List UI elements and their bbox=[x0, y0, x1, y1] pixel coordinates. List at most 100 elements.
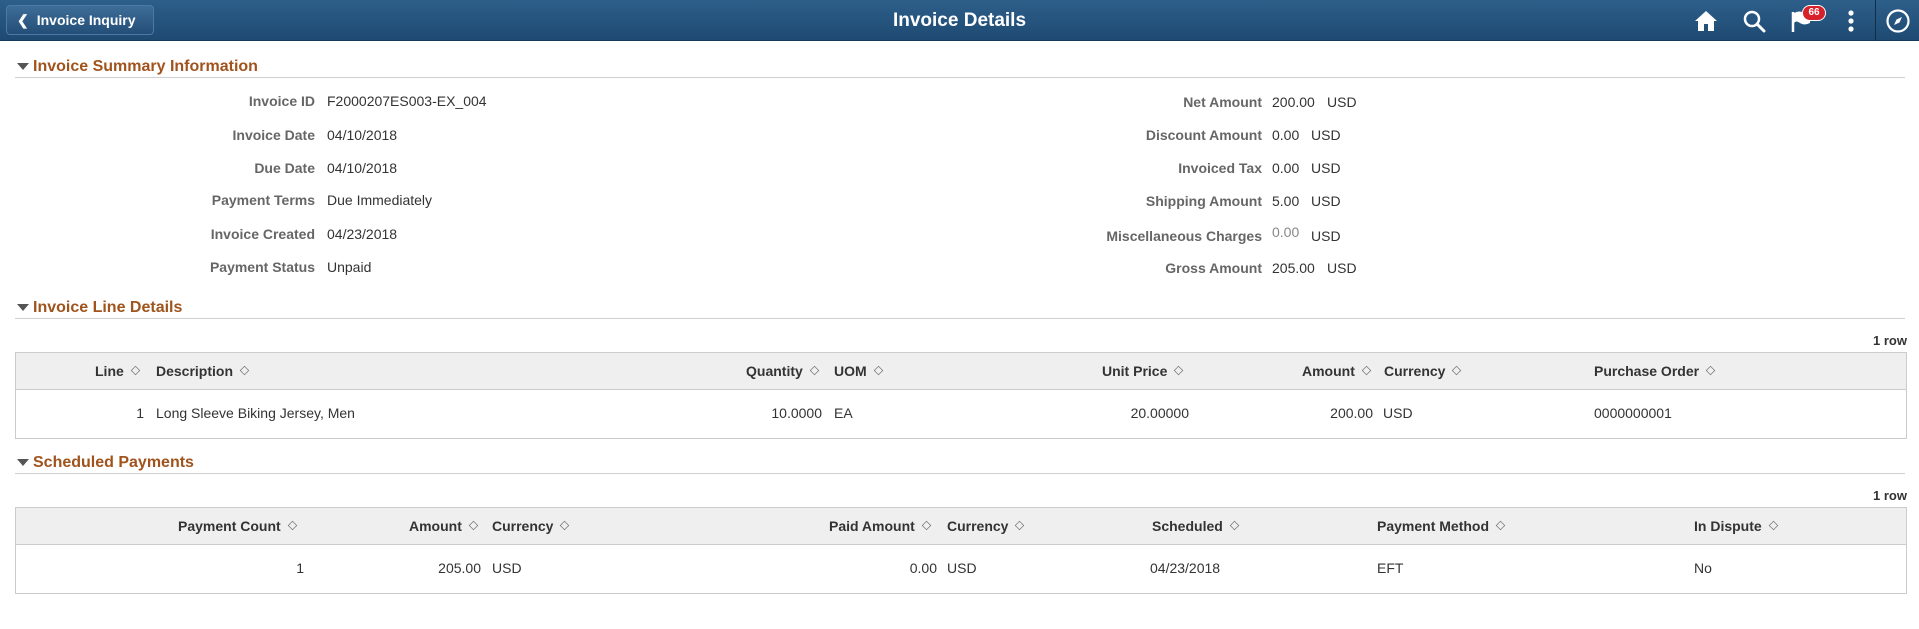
section-title: Invoice Line Details bbox=[33, 299, 183, 316]
chevron-left-icon: ❮ bbox=[17, 11, 29, 28]
sort-icon bbox=[1174, 366, 1184, 376]
miscellaneous-charges-label: Miscellaneous Charges bbox=[1106, 228, 1262, 244]
cell-amount: 205.00 bbox=[438, 560, 481, 576]
home-icon[interactable] bbox=[1691, 6, 1721, 36]
column-header-currency[interactable]: Currency bbox=[1384, 363, 1462, 379]
column-header-line[interactable]: Line bbox=[95, 363, 141, 379]
section-header-scheduled-payments[interactable]: Scheduled Payments bbox=[15, 452, 1905, 474]
cell-line: 1 bbox=[136, 405, 144, 421]
payment-terms-value: Due Immediately bbox=[327, 192, 433, 208]
column-label: In Dispute bbox=[1694, 518, 1762, 534]
column-label: Quantity bbox=[746, 363, 803, 379]
sort-icon bbox=[809, 366, 820, 376]
column-header-purchase-order[interactable]: Purchase Order bbox=[1594, 363, 1716, 379]
invoiced-tax-value: 0.00 bbox=[1272, 160, 1300, 176]
header-bar: ❮ Invoice Inquiry Invoice Details 66 bbox=[0, 0, 1919, 41]
column-label: Amount bbox=[409, 518, 462, 534]
sort-icon bbox=[1015, 521, 1025, 531]
sort-icon bbox=[1361, 366, 1372, 376]
section-header-invoice-line-details[interactable]: Invoice Line Details bbox=[15, 297, 1905, 319]
invoice-created-value: 04/23/2018 bbox=[327, 226, 398, 242]
column-header-in-dispute[interactable]: In Dispute bbox=[1694, 518, 1778, 534]
payment-status-label: Payment Status bbox=[209, 259, 315, 275]
cell-purchase-order: 0000000001 bbox=[1594, 405, 1672, 421]
column-header-description[interactable]: Description bbox=[156, 363, 250, 379]
column-header-paid-currency[interactable]: Currency bbox=[947, 518, 1025, 534]
column-header-currency[interactable]: Currency bbox=[492, 518, 570, 534]
column-label: Currency bbox=[492, 518, 554, 534]
column-label: UOM bbox=[834, 363, 867, 379]
column-header-paid-amount[interactable]: Paid Amount bbox=[829, 518, 932, 534]
discount-amount-currency: USD bbox=[1311, 127, 1341, 143]
row-count: 1 row bbox=[1873, 333, 1907, 348]
column-header-amount[interactable]: Amount bbox=[1302, 363, 1372, 379]
invoiced-tax-label: Invoiced Tax bbox=[1178, 160, 1262, 176]
discount-amount-label: Discount Amount bbox=[1145, 127, 1262, 143]
sort-icon bbox=[873, 366, 883, 376]
column-label: Unit Price bbox=[1102, 363, 1168, 379]
column-label: Currency bbox=[1384, 363, 1446, 379]
cell-uom: EA bbox=[834, 405, 853, 421]
column-label: Line bbox=[95, 363, 124, 379]
sort-icon bbox=[130, 366, 141, 376]
cell-amount: 200.00 bbox=[1330, 405, 1373, 421]
cell-in-dispute: No bbox=[1694, 560, 1712, 576]
invoice-date-label: Invoice Date bbox=[232, 127, 315, 143]
column-label: Paid Amount bbox=[829, 518, 915, 534]
gross-amount-value: 205.00 bbox=[1272, 260, 1315, 276]
sort-icon bbox=[1495, 521, 1506, 531]
column-label: Payment Count bbox=[178, 518, 281, 534]
sort-icon bbox=[921, 521, 932, 531]
shipping-amount-label: Shipping Amount bbox=[1145, 193, 1262, 209]
due-date-value: 04/10/2018 bbox=[327, 160, 398, 176]
net-amount-currency: USD bbox=[1327, 94, 1357, 110]
header-divider bbox=[1875, 0, 1876, 41]
cell-unit-price: 20.00000 bbox=[1130, 405, 1189, 421]
collapse-triangle-icon bbox=[17, 459, 29, 466]
section-title: Scheduled Payments bbox=[33, 454, 194, 471]
sort-icon bbox=[1768, 521, 1778, 531]
cell-paid-currency: USD bbox=[947, 560, 977, 576]
discount-amount-value: 0.00 bbox=[1272, 127, 1300, 143]
more-options-icon[interactable] bbox=[1836, 6, 1866, 36]
column-label: Purchase Order bbox=[1594, 363, 1700, 379]
shipping-amount-value: 5.00 bbox=[1272, 193, 1300, 209]
column-label: Description bbox=[156, 363, 234, 379]
page-title: Invoice Details bbox=[892, 10, 1027, 31]
column-header-payment-method[interactable]: Payment Method bbox=[1377, 518, 1506, 534]
sort-icon bbox=[468, 521, 479, 531]
column-label: Scheduled bbox=[1152, 518, 1223, 534]
column-header-unit-price[interactable]: Unit Price bbox=[1102, 363, 1184, 379]
column-label: Currency bbox=[947, 518, 1009, 534]
grid-header-row: Payment Count Amount Currency Paid Amoun… bbox=[16, 508, 1906, 545]
gross-amount-currency: USD bbox=[1327, 260, 1357, 276]
gross-amount-label: Gross Amount bbox=[1165, 260, 1262, 276]
column-header-quantity[interactable]: Quantity bbox=[746, 363, 820, 379]
section-header-invoice-summary[interactable]: Invoice Summary Information bbox=[15, 56, 1905, 78]
search-icon[interactable] bbox=[1739, 6, 1769, 36]
sort-icon bbox=[560, 521, 570, 531]
column-label: Amount bbox=[1302, 363, 1355, 379]
back-button-label: Invoice Inquiry bbox=[36, 12, 136, 28]
invoice-id-label: Invoice ID bbox=[248, 93, 315, 109]
navbar-compass-icon[interactable] bbox=[1883, 6, 1913, 36]
payment-terms-label: Payment Terms bbox=[211, 192, 315, 208]
back-button[interactable]: ❮ Invoice Inquiry bbox=[6, 5, 154, 35]
cell-quantity: 10.0000 bbox=[771, 405, 822, 421]
column-header-scheduled[interactable]: Scheduled bbox=[1152, 518, 1240, 534]
cell-currency: USD bbox=[492, 560, 522, 576]
sort-icon bbox=[1705, 366, 1716, 376]
cell-description: Long Sleeve Biking Jersey, Men bbox=[156, 405, 355, 421]
invoice-id-value: F2000207ES003-EX_004 bbox=[327, 93, 487, 109]
section-title: Invoice Summary Information bbox=[33, 58, 258, 75]
notification-flag-icon[interactable]: 66 bbox=[1786, 5, 1826, 36]
cell-payment-method: EFT bbox=[1377, 560, 1404, 576]
invoice-created-label: Invoice Created bbox=[210, 226, 315, 242]
collapse-triangle-icon bbox=[17, 304, 29, 311]
column-header-payment-count[interactable]: Payment Count bbox=[178, 518, 297, 534]
column-header-amount[interactable]: Amount bbox=[409, 518, 479, 534]
column-header-uom[interactable]: UOM bbox=[834, 363, 883, 379]
net-amount-label: Net Amount bbox=[1183, 94, 1262, 110]
miscellaneous-charges-currency: USD bbox=[1311, 228, 1341, 244]
due-date-label: Due Date bbox=[254, 160, 315, 176]
